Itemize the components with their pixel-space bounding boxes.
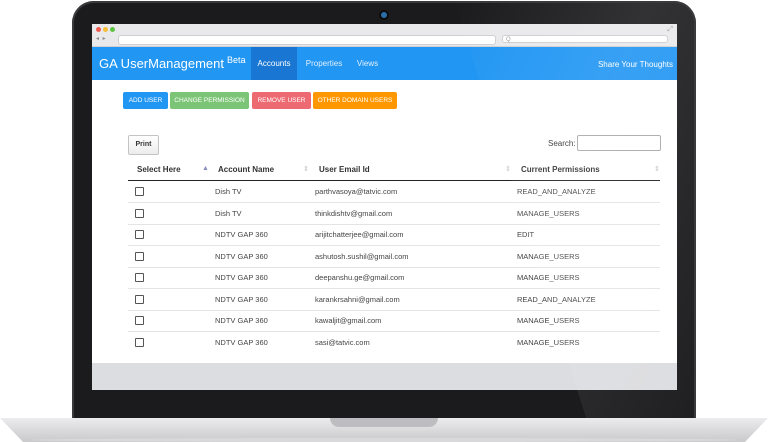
account-name: NDTV GAP 360 (215, 273, 268, 282)
account-name: NDTV GAP 360 (215, 316, 268, 325)
row-checkbox[interactable] (135, 295, 144, 304)
account-name: NDTV GAP 360 (215, 338, 268, 347)
table-row: NDTV GAP 360 ashutosh.sushil@gmail.com M… (128, 246, 660, 268)
column-header-select[interactable]: Select Here (137, 165, 181, 174)
tab-views[interactable]: Views (350, 47, 385, 80)
table-row: Dish TV parthvasoya@tatvic.com READ_AND_… (128, 181, 660, 203)
window-minimize-button[interactable] (103, 27, 108, 32)
column-header-permissions[interactable]: Current Permissions (521, 165, 600, 174)
beta-badge: Beta (227, 55, 246, 65)
browser-search-icon: Q (506, 37, 511, 43)
browser-toolbar: ◂ ▸ Q ⤢ (92, 24, 677, 47)
search-label: Search: (548, 139, 576, 148)
fullscreen-icon[interactable]: ⤢ (667, 26, 673, 34)
webcam (381, 12, 387, 18)
tab-properties[interactable]: Properties (301, 47, 347, 80)
laptop-notch (330, 418, 438, 427)
page-footer (92, 363, 677, 390)
table-row: NDTV GAP 360 deepanshu.ge@gmail.com MANA… (128, 267, 660, 289)
user-email: thinkdishtv@gmail.com (315, 209, 393, 218)
row-checkbox[interactable] (135, 338, 144, 347)
permission: MANAGE_USERS (517, 252, 580, 261)
column-header-email[interactable]: User Email Id (319, 165, 370, 174)
user-email: kawaljit@gmail.com (315, 316, 382, 325)
account-name: NDTV GAP 360 (215, 252, 268, 261)
search-input[interactable] (577, 135, 661, 151)
row-checkbox[interactable] (135, 252, 144, 261)
user-email: arijitchatterjee@gmail.com (315, 230, 404, 239)
user-email: deepanshu.ge@gmail.com (315, 273, 405, 282)
permission: MANAGE_USERS (517, 316, 580, 325)
share-thoughts-link[interactable]: Share Your Thoughts (598, 47, 673, 80)
permission: MANAGE_USERS (517, 338, 580, 347)
table-row: NDTV GAP 360 sasi@tatvic.com MANAGE_USER… (128, 332, 660, 353)
table-row: NDTV GAP 360 kawaljit@gmail.com MANAGE_U… (128, 310, 660, 332)
row-checkbox[interactable] (135, 187, 144, 196)
change-permission-button[interactable]: CHANGE PERMISSION (170, 92, 249, 109)
back-forward-icon[interactable]: ◂ ▸ (96, 35, 107, 42)
permission: MANAGE_USERS (517, 273, 580, 282)
app-brand[interactable]: GA UserManagement Beta (99, 55, 246, 71)
laptop-shadow (30, 438, 738, 442)
user-email: ashutosh.sushil@gmail.com (315, 252, 409, 261)
user-email: parthvasoya@tatvic.com (315, 187, 398, 196)
account-name: NDTV GAP 360 (215, 230, 268, 239)
app-header: GA UserManagement Beta Accounts Propertie… (92, 47, 677, 80)
row-checkbox[interactable] (135, 316, 144, 325)
table-row: NDTV GAP 360 karankrsahni@gmail.com READ… (128, 289, 660, 311)
column-header-account[interactable]: Account Name (218, 165, 274, 174)
remove-user-button[interactable]: REMOVE USER (252, 92, 311, 109)
sort-icon[interactable]: ⇕ (654, 165, 660, 173)
row-checkbox[interactable] (135, 273, 144, 282)
window-close-button[interactable] (96, 27, 101, 32)
permission: MANAGE_USERS (517, 209, 580, 218)
row-checkbox[interactable] (135, 209, 144, 218)
permission: READ_AND_ANALYZE (517, 187, 596, 196)
account-name: NDTV GAP 360 (215, 295, 268, 304)
add-user-button[interactable]: ADD USER (123, 92, 168, 109)
screen: ◂ ▸ Q ⤢ GA UserManagement Beta Accounts P… (92, 24, 677, 390)
permission: READ_AND_ANALYZE (517, 295, 596, 304)
user-email: karankrsahni@gmail.com (315, 295, 400, 304)
app-title: GA UserManagement (99, 56, 225, 71)
user-email: sasi@tatvic.com (315, 338, 370, 347)
tab-accounts[interactable]: Accounts (251, 47, 297, 80)
sort-icon[interactable]: ⇕ (303, 165, 309, 173)
permission: EDIT (517, 230, 535, 239)
sort-icon[interactable]: ⇕ (505, 165, 511, 173)
browser-search-bar[interactable]: Q (502, 35, 668, 43)
row-checkbox[interactable] (135, 230, 144, 239)
other-domain-users-button[interactable]: OTHER DOMAIN USERS (313, 92, 397, 109)
table-row: Dish TV thinkdishtv@gmail.com MANAGE_USE… (128, 203, 660, 225)
account-name: Dish TV (215, 209, 242, 218)
table-row: NDTV GAP 360 arijitchatterjee@gmail.com … (128, 224, 660, 246)
sort-asc-icon[interactable]: ▲ (202, 165, 209, 172)
window-maximize-button[interactable] (110, 27, 115, 32)
print-button[interactable]: Print (128, 135, 159, 155)
account-name: Dish TV (215, 187, 242, 196)
address-bar[interactable] (118, 35, 496, 45)
